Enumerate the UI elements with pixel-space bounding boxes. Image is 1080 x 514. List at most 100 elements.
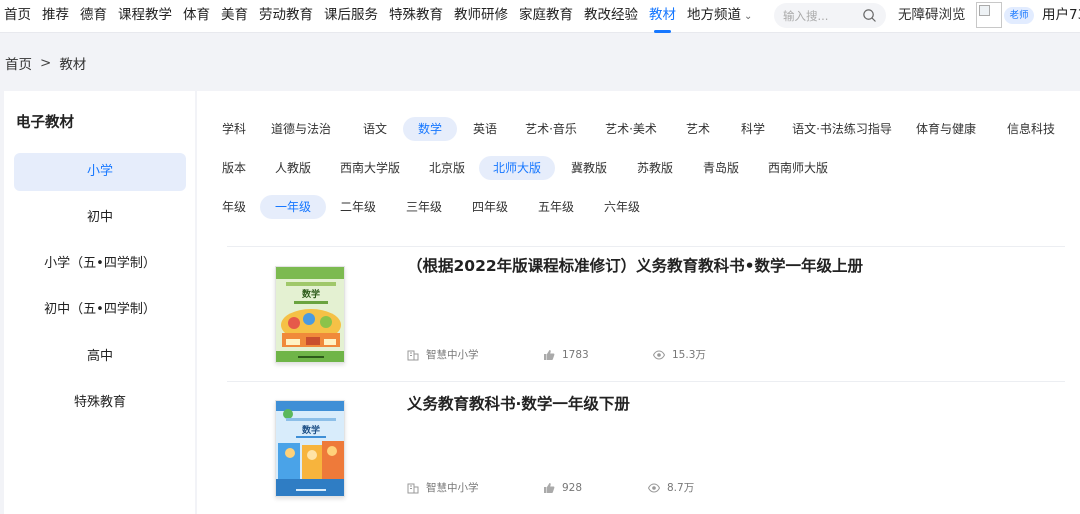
edition-filter-label: 版本 [222,161,247,175]
nav-local[interactable]: 地方频道 ⌄ [687,0,752,33]
thumbs-up-icon [544,349,555,360]
sidebar-item-primary[interactable]: 小学 [14,153,186,191]
eye-icon [653,349,665,360]
book-title[interactable]: （根据2022年版课程标准修订）义务教育教科书•数学一年级上册 [407,254,863,276]
subject-filter: 学科 道德与法治 语文 数学 英语 艺术·音乐 艺术·美术 艺术 科学 语文·书… [197,117,1080,141]
nav-family[interactable]: 家庭教育 [519,0,573,33]
edition-chip[interactable]: 青岛版 [695,156,747,180]
book-item[interactable]: 数学 （根据2022年版课程标准修订）义务教育教科书•数学一年级上册 智慧中小学… [197,257,1080,400]
textbook-panel: 学科 道德与法治 语文 数学 英语 艺术·音乐 艺术·美术 艺术 科学 语文·书… [197,91,1080,514]
likes[interactable]: 1783 [543,349,653,361]
building-icon [407,483,419,493]
edition-chip[interactable]: 北京版 [421,156,473,180]
search-input[interactable] [783,8,861,23]
nav-teacher[interactable]: 教师研修 [454,0,508,33]
cover-illustration-blue: 数学 [276,401,344,496]
eye-icon [648,482,660,493]
cover-illustration-green: 数学 [276,267,344,362]
views: 15.3万 [653,347,706,362]
grade-chip-selected[interactable]: 一年级 [260,195,326,219]
likes-count: 928 [562,481,583,494]
subject-chip[interactable]: 艺术·美术 [599,117,663,141]
book-meta: 智慧中小学 928 8.7万 [407,480,694,495]
breadcrumb-current: 教材 [59,57,87,73]
subject-chip[interactable]: 语文·书法练习指导 [787,117,897,141]
breadcrumb: 首页 > 教材 [5,53,86,73]
building-icon [407,350,419,360]
breadcrumb-home[interactable]: 首页 [5,53,32,73]
nav-local-label: 地方频道 [687,6,741,23]
sidebar: 电子教材 小学 初中 小学（五•四学制） 初中（五•四学制） 高中 特殊教育 [4,91,195,514]
grade-chip[interactable]: 二年级 [333,195,383,219]
book-cover[interactable]: 数学 [275,400,345,497]
publisher: 智慧中小学 [407,347,543,362]
subject-chip[interactable]: 艺术·音乐 [519,117,583,141]
subject-chip[interactable]: 英语 [463,117,507,141]
edition-chip-selected[interactable]: 北师大版 [479,156,555,180]
grade-filter: 年级 一年级 二年级 三年级 四年级 五年级 六年级 [197,195,1080,219]
edition-chip[interactable]: 苏教版 [629,156,681,180]
nav-arts[interactable]: 美育 [221,0,248,33]
grade-chip[interactable]: 六年级 [597,195,647,219]
sidebar-title: 电子教材 [16,115,74,131]
publisher-name: 智慧中小学 [426,482,479,494]
edition-chip[interactable]: 冀教版 [563,156,615,180]
nav-labor[interactable]: 劳动教育 [259,0,313,33]
nav-special[interactable]: 特殊教育 [389,0,443,33]
nav-recommend[interactable]: 推荐 [42,0,69,33]
edition-chip[interactable]: 西南师大版 [761,156,835,180]
subject-chip[interactable]: 语文 [353,117,397,141]
chevron-down-icon: ⌄ [744,10,753,22]
edition-filter: 版本 人教版 西南大学版 北京版 北师大版 冀教版 苏教版 青岛版 西南师大版 [197,156,1080,180]
nav-afterschool[interactable]: 课后服务 [324,0,378,33]
book-title[interactable]: 义务教育教科书·数学一年级下册 [407,392,630,414]
subject-chip[interactable]: 道德与法治 [267,117,335,141]
views-count: 15.3万 [672,349,706,361]
publisher: 智慧中小学 [407,480,543,495]
subject-chip[interactable]: 艺术 [681,117,715,141]
search-box[interactable] [774,3,886,28]
sidebar-item-primary-54[interactable]: 小学（五•四学制） [14,245,186,283]
main-nav: 首页 推荐 德育 课程教学 体育 美育 劳动教育 课后服务 特殊教育 教师研修 … [0,0,763,33]
role-badge: 老师 [1004,7,1034,24]
search-icon[interactable] [862,8,877,23]
sidebar-item-junior-54[interactable]: 初中（五•四学制） [14,291,186,329]
likes-count: 1783 [562,348,589,361]
grade-filter-label: 年级 [222,200,247,214]
grade-chip[interactable]: 四年级 [465,195,515,219]
subject-chip-selected[interactable]: 数学 [403,117,457,141]
book-item[interactable]: 数学 义务教育教科书·数学一年级下册 智慧中小学 928 8.7万 [197,395,1080,514]
nav-textbook[interactable]: 教材 [649,0,676,33]
subject-chip[interactable]: 信息科技 [1003,117,1059,141]
cover-subject-text: 数学 [302,288,320,300]
divider [227,381,1065,382]
divider [227,246,1065,247]
nav-home[interactable]: 首页 [4,0,31,33]
sidebar-item-senior[interactable]: 高中 [14,338,186,376]
publisher-name: 智慧中小学 [426,349,479,361]
nav-sports[interactable]: 体育 [183,0,210,33]
sidebar-item-junior[interactable]: 初中 [14,199,186,237]
nav-reform[interactable]: 教改经验 [584,0,638,33]
likes[interactable]: 928 [543,482,648,494]
grade-chip[interactable]: 三年级 [399,195,449,219]
edition-chip[interactable]: 西南大学版 [333,156,407,180]
avatar[interactable] [976,2,1002,28]
subject-chip[interactable]: 体育与健康 [913,117,979,141]
grade-chip[interactable]: 五年级 [531,195,581,219]
thumbs-up-icon [544,482,555,493]
nav-moral[interactable]: 德育 [80,0,107,33]
sidebar-item-special[interactable]: 特殊教育 [14,384,186,422]
cover-subject-text: 数学 [302,424,320,436]
views: 8.7万 [648,480,694,495]
accessibility-link[interactable]: 无障碍浏览 [898,0,966,31]
subject-chip[interactable]: 科学 [735,117,771,141]
username[interactable]: 用户73 [1042,0,1080,31]
breadcrumb-separator: > [40,55,52,71]
subject-filter-label: 学科 [222,122,247,136]
edition-chip[interactable]: 人教版 [267,156,319,180]
book-meta: 智慧中小学 1783 15.3万 [407,347,706,362]
views-count: 8.7万 [667,482,695,494]
nav-course[interactable]: 课程教学 [118,0,172,33]
book-cover[interactable]: 数学 [275,266,345,363]
